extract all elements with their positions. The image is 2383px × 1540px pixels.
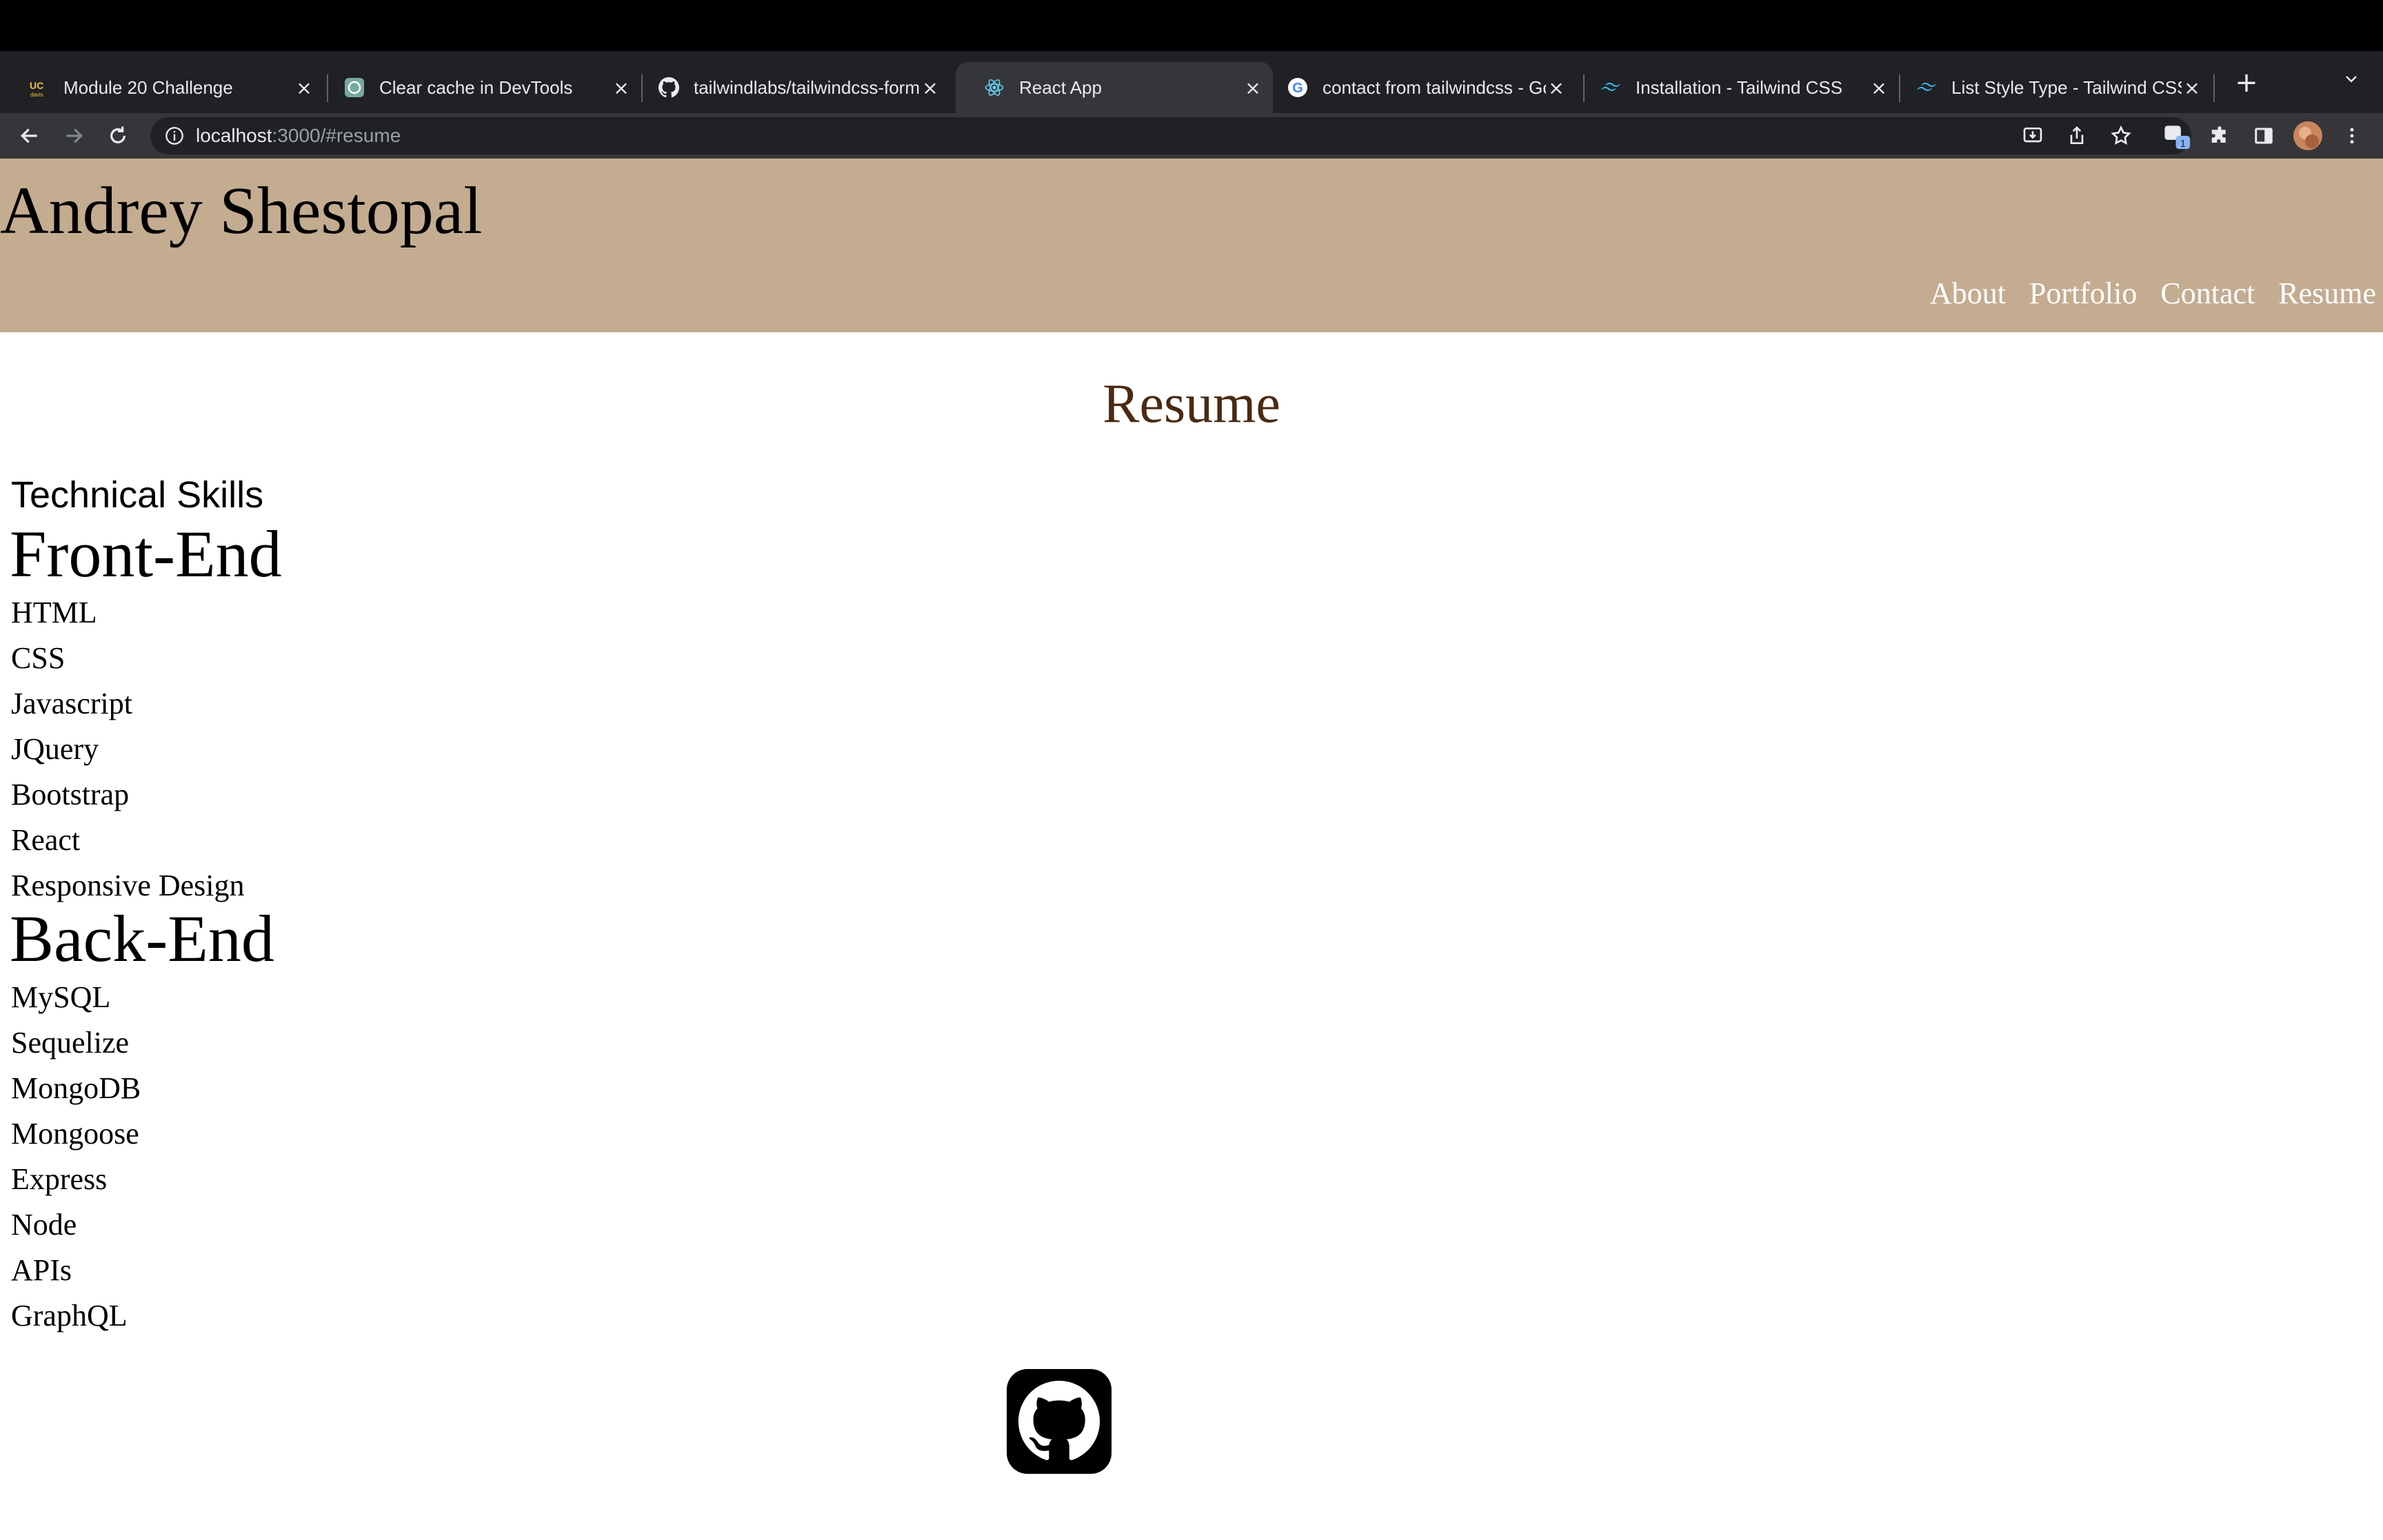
info-icon[interactable]	[164, 125, 185, 146]
url-host: localhost	[196, 125, 272, 146]
close-icon[interactable]: ×	[294, 77, 314, 99]
react-icon	[983, 77, 1005, 99]
new-tab-button[interactable]: +	[2230, 66, 2263, 99]
url-path: :3000/#resume	[272, 125, 401, 146]
back-end-heading: Back-End	[10, 902, 274, 975]
tab-title: React App	[1019, 77, 1102, 98]
reload-icon	[110, 126, 125, 143]
chatgpt-icon	[343, 77, 365, 99]
back-button[interactable]	[14, 120, 46, 152]
front-end-heading: Front-End	[10, 517, 282, 591]
tab-divider	[1899, 74, 1900, 102]
bookmark-star-icon[interactable]	[2104, 119, 2138, 152]
address-bar[interactable]: localhost:3000/#resume	[150, 117, 2191, 154]
tab-tailwind-installation[interactable]: Installation - Tailwind CSS ×	[1586, 62, 1899, 113]
tab-divider	[2213, 74, 2215, 102]
extension-badge-count: 1	[2180, 139, 2186, 150]
list-item: GraphQL	[11, 1299, 128, 1333]
list-item: APIs	[11, 1253, 72, 1287]
tab-divider	[1583, 74, 1585, 102]
tab-react-app[interactable]: React App ×	[956, 62, 1273, 113]
nav-link-about[interactable]: About	[1930, 276, 2006, 312]
list-item: CSS	[11, 641, 66, 675]
list-item: HTML	[11, 596, 97, 629]
back-end-skill-list: MySQL Sequelize MongoDB Mongoose Express…	[11, 975, 141, 1339]
extension-badge-icon[interactable]: 1	[2161, 120, 2193, 152]
close-icon[interactable]: ×	[2182, 77, 2202, 99]
svg-text:UC: UC	[30, 80, 43, 91]
bootcamp-icon: UC davis	[28, 77, 50, 99]
close-icon[interactable]: ×	[1243, 77, 1263, 99]
github-icon	[1018, 1381, 1100, 1461]
tab-tailwind-list-style[interactable]: List Style Type - Tailwind CSS ×	[1902, 62, 2212, 113]
github-link[interactable]	[1007, 1369, 1112, 1474]
url-text: localhost:3000/#resume	[196, 125, 401, 147]
list-item: Javascript	[11, 687, 132, 720]
tailwind-icon	[1600, 77, 1622, 99]
nav-link-resume[interactable]: Resume	[2278, 276, 2376, 312]
tailwind-icon	[1916, 77, 1938, 99]
tab-title: List Style Type - Tailwind CSS	[1951, 77, 2182, 98]
reload-button[interactable]	[102, 120, 134, 152]
page-title: Resume	[1103, 374, 1280, 434]
google-icon: G	[1287, 77, 1309, 99]
avatar[interactable]	[2292, 120, 2324, 152]
install-app-icon[interactable]	[2016, 119, 2049, 152]
site-header: Andrey Shestopal About Portfolio Contact…	[0, 159, 2383, 332]
list-item: Mongoose	[11, 1117, 139, 1151]
arrow-right-icon	[66, 128, 83, 143]
list-item: Express	[11, 1162, 108, 1196]
nav-link-contact[interactable]: Contact	[2160, 276, 2255, 312]
kebab-menu-icon[interactable]	[2336, 120, 2368, 152]
github-icon	[658, 77, 680, 99]
tab-clear-cache[interactable]: Clear cache in DevTools ×	[330, 62, 641, 113]
tab-title: Installation - Tailwind CSS	[1636, 77, 1843, 98]
svg-text:davis: davis	[30, 92, 43, 98]
list-item: React	[11, 823, 81, 857]
tab-tailwind-forms-github[interactable]: tailwindlabs/tailwindcss-form ×	[644, 62, 950, 113]
technical-skills-heading: Technical Skills	[11, 474, 264, 516]
close-icon[interactable]: ×	[1546, 77, 1567, 99]
tab-strip: UC davis Module 20 Challenge × Clear cach…	[0, 51, 2383, 113]
close-icon[interactable]: ×	[611, 77, 632, 99]
list-item: Sequelize	[11, 1026, 130, 1060]
nav-link-portfolio[interactable]: Portfolio	[2029, 276, 2137, 312]
tab-title: Clear cache in DevTools	[379, 77, 573, 98]
svg-text:G: G	[1292, 81, 1303, 96]
tab-title: tailwindlabs/tailwindcss-form	[694, 77, 920, 98]
site-nav: About Portfolio Contact Resume	[1930, 276, 2376, 312]
list-item: Node	[11, 1208, 77, 1242]
close-icon[interactable]: ×	[920, 77, 941, 99]
tab-divider	[327, 74, 328, 102]
tab-module-20-challenge[interactable]: UC davis Module 20 Challenge ×	[0, 62, 324, 113]
close-icon[interactable]: ×	[1869, 77, 1889, 99]
list-item: JQuery	[11, 732, 99, 766]
puzzle-icon[interactable]	[2204, 120, 2235, 152]
list-item: MongoDB	[11, 1071, 141, 1105]
system-menubar	[0, 0, 2383, 51]
front-end-skill-list: HTML CSS Javascript JQuery Bootstrap Rea…	[11, 590, 245, 909]
tab-google-search[interactable]: G contact from tailwindcss - Go ×	[1273, 62, 1576, 113]
browser-toolbar: localhost:3000/#resume 1	[0, 113, 2383, 159]
arrow-left-icon	[21, 128, 37, 143]
site-name: Andrey Shestopal	[0, 174, 483, 248]
tab-search-button[interactable]	[2335, 70, 2368, 98]
tab-title: contact from tailwindcss - Go	[1323, 77, 1546, 98]
share-icon[interactable]	[2060, 119, 2093, 152]
list-item: Bootstrap	[11, 778, 130, 811]
forward-button[interactable]	[58, 120, 90, 152]
side-panel-icon[interactable]	[2248, 120, 2280, 152]
list-item: MySQL	[11, 980, 111, 1014]
tab-title: Module 20 Challenge	[63, 77, 233, 98]
tab-divider	[641, 74, 643, 102]
